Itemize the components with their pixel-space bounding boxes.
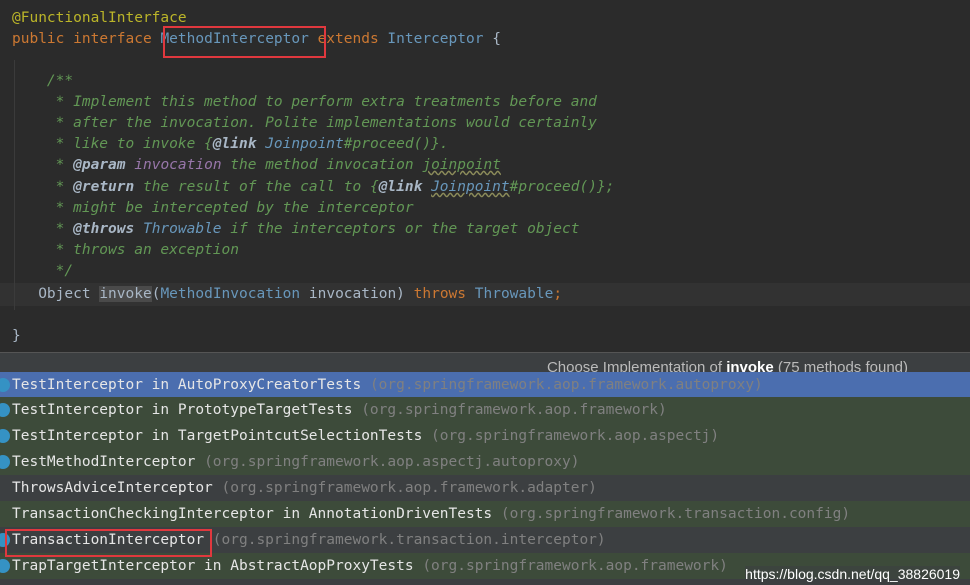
code-line-doc-7: * @throws Throwable if the interceptors …	[55, 221, 580, 237]
code-line-doc-3: * like to invoke {@link Joinpoint#procee…	[55, 136, 449, 152]
list-item[interactable]: TestMethodInterceptor (org.springframewo…	[0, 449, 970, 475]
code-line-method: Object invoke(MethodInvocation invocatio…	[38, 286, 563, 302]
code-line-doc-open: /**	[46, 73, 74, 89]
code-line-doc-1: * Implement this method to perform extra…	[55, 94, 597, 110]
code-editor[interactable]: @FunctionalInterface public interface Me…	[0, 0, 970, 352]
list-item[interactable]: TestInterceptor in AutoProxyCreatorTests…	[0, 372, 970, 398]
code-line-doc-6: * might be intercepted by the intercepto…	[55, 200, 414, 216]
super-interface-name[interactable]: Interceptor	[387, 31, 483, 47]
code-line-doc-8: * throws an exception	[55, 242, 239, 258]
list-item[interactable]: TestInterceptor in PrototypeTargetTests …	[0, 397, 970, 423]
highlight-box-transaction-interceptor	[5, 529, 212, 557]
code-line-doc-4: * @param invocation the method invocatio…	[55, 157, 501, 173]
method-name-invoke[interactable]: invoke	[99, 286, 152, 302]
code-line-close-brace: }	[12, 328, 21, 344]
list-item[interactable]: TestInterceptor in TargetPointcutSelecti…	[0, 423, 970, 449]
watermark-url: https://blog.csdn.net/qq_38826019	[745, 566, 960, 582]
class-icon	[0, 455, 10, 469]
code-line-doc-2: * after the invocation. Polite implement…	[55, 115, 597, 131]
list-item[interactable]: ThrowsAdviceInterceptor (org.springframe…	[0, 475, 970, 501]
code-line-doc-close: */	[55, 263, 74, 279]
class-icon	[0, 429, 10, 443]
code-line-annotation: @FunctionalInterface	[12, 10, 187, 26]
choose-implementation-popup[interactable]: Choose Implementation of invoke (75 meth…	[0, 352, 970, 585]
list-item[interactable]: TransactionCheckingInterceptor in Annota…	[0, 501, 970, 527]
class-icon	[0, 378, 10, 392]
highlight-box-interface	[163, 26, 326, 58]
class-icon	[0, 403, 10, 417]
code-line-doc-5: * @return the result of the call to {@li…	[55, 179, 615, 195]
class-icon	[0, 559, 10, 573]
